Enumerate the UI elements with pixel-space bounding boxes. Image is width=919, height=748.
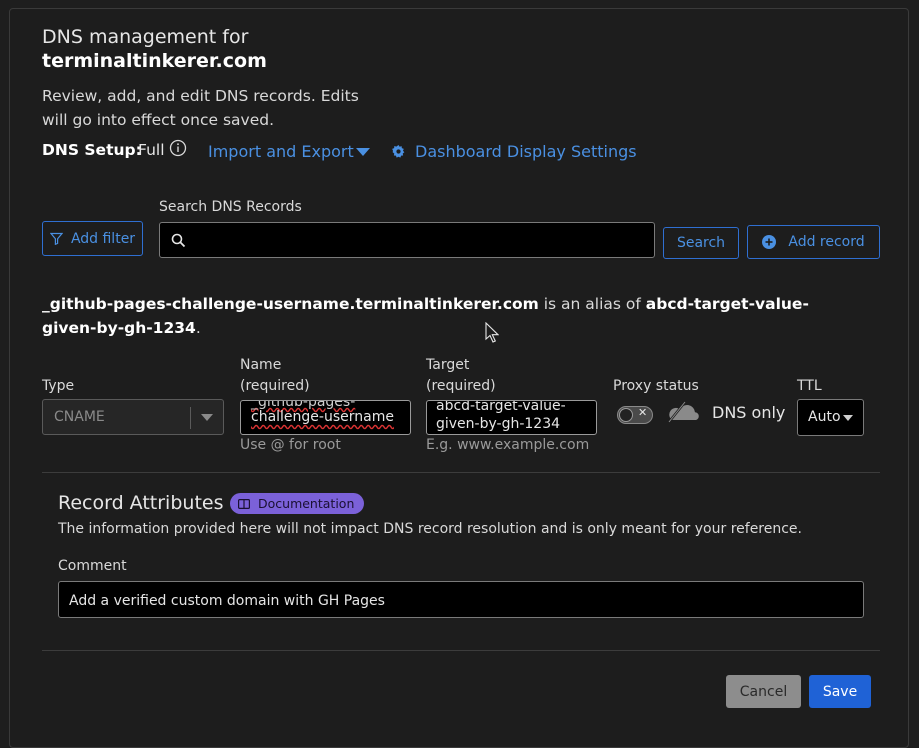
record-type-value: CNAME [54,409,105,425]
add-record-button[interactable]: Add record [747,225,880,259]
name-hint: Use @ for root [240,437,341,453]
footer-divider [42,650,880,651]
ttl-value: Auto [808,409,841,425]
record-target-field[interactable]: abcd-target-value- given-by-gh-1234 [426,400,597,435]
record-target-line1: abcd-target-value- [436,400,566,414]
comment-field[interactable] [58,581,864,619]
record-type-select[interactable]: CNAME [42,399,224,435]
proxy-status-label: Proxy status [613,378,699,394]
name-required-text: (required) [240,378,310,394]
chevron-down-icon [843,415,853,421]
target-hint: E.g. www.example.com [426,437,590,453]
save-button[interactable]: Save [809,675,871,708]
cancel-button[interactable]: Cancel [726,675,801,708]
section-divider [42,472,880,473]
plus-circle-icon [762,235,777,249]
add-filter-button[interactable]: Add filter [42,221,143,256]
record-attributes-title: Record Attributes [58,492,224,514]
comment-input[interactable] [67,582,861,619]
proxy-status-toggle[interactable]: ✕ [617,406,653,424]
search-records-input[interactable] [194,223,648,259]
type-label: Type [42,378,75,394]
alias-source: _github-pages-challenge-username.termina… [42,295,539,313]
chevron-down-icon [201,414,213,421]
alias-summary: _github-pages-challenge-username.termina… [42,292,862,340]
name-label: Name (required) [240,355,310,397]
record-name-field[interactable]: _github-pages- challenge-username [240,400,411,435]
ttl-label: TTL [797,378,822,394]
select-divider [190,407,191,429]
caret-down-icon[interactable] [356,148,370,157]
record-name-line2: challenge-username [251,409,394,425]
ttl-select[interactable]: Auto [797,399,864,436]
gear-icon[interactable] [392,145,405,158]
dashboard-display-settings-link[interactable]: Dashboard Display Settings [415,142,637,161]
target-label: Target (required) [426,355,496,397]
mouse-cursor-icon [485,322,499,343]
search-icon [171,233,186,248]
comment-label: Comment [58,558,127,574]
import-export-link[interactable]: Import and Export [208,142,354,161]
record-attributes-description: The information provided here will not i… [58,521,802,537]
record-target-line2: given-by-gh-1234 [436,416,561,432]
documentation-label: Documentation [258,496,355,511]
page-title-domain: terminaltinkerer.com [42,50,267,72]
alias-end: . [195,319,201,337]
book-icon [238,498,250,509]
add-record-label: Add record [788,234,865,250]
toggle-off-symbol: ✕ [638,406,648,419]
add-filter-label: Add filter [70,230,136,247]
documentation-badge[interactable]: Documentation [230,493,365,514]
target-label-text: Target [426,357,470,373]
proxy-status-text: DNS only [712,403,786,422]
cloud-icon [668,401,699,423]
search-records-label: Search DNS Records [159,199,302,215]
page-description: Review, add, and edit DNS records. Edits… [42,87,359,129]
alias-middle-text: is an alias of [538,295,646,313]
search-records-field[interactable] [159,222,655,259]
page-title: DNS management for [42,26,249,48]
search-button[interactable]: Search [663,227,739,259]
info-icon[interactable] [169,139,187,157]
toggle-knob [619,408,633,422]
dns-setup-label: DNS Setup: [42,141,142,159]
dns-setup-value: Full [138,141,165,159]
name-label-text: Name [240,357,282,373]
filter-icon [49,232,63,245]
target-required-text: (required) [426,378,496,394]
